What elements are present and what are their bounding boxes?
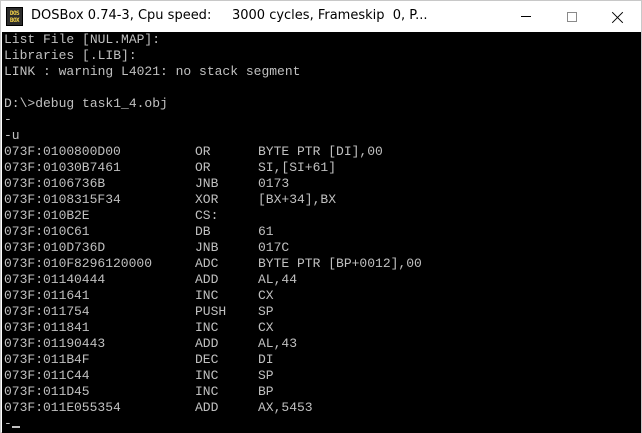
disasm-bytes: 4F [74,352,90,367]
disasm-bytes: 055354 [74,400,121,415]
disasm-address: 073F:011D [4,384,75,399]
disasm-operands: 61 [258,224,274,239]
disasm-operands: CX [258,320,274,335]
disasm-address: 073F:010F [4,256,75,271]
disasm-mnemonic: XOR [195,192,219,207]
console-line: LINK : warning L4021: no stack segment [4,64,301,79]
icon-text-bottom: BOX [9,16,20,24]
disasm-mnemonic: OR [195,144,211,159]
disasm-bytes: 315F34 [74,192,121,207]
maximize-button[interactable] [549,1,595,32]
disasm-operands: AL,43 [258,336,298,351]
disasm-mnemonic: INC [195,368,219,383]
disasm-address: 073F:010C [4,224,75,239]
disasm-bytes: 0443 [74,336,106,351]
disasm-operands: [BX+34],BX [258,192,337,207]
title-bar[interactable]: DOS BOX DOSBox 0.74-3, Cpu speed: 3000 c… [1,1,641,32]
disasm-address: 073F:010D [4,240,75,255]
disasm-address: 073F:0100 [4,144,75,159]
disasm-bytes: 736D [74,240,106,255]
disasm-mnemonic: ADD [195,336,219,351]
close-button[interactable] [595,1,641,32]
disasm-operands: CX [258,288,274,303]
disasm-mnemonic: JNB [195,176,219,191]
minimize-icon [521,16,531,17]
console-screen[interactable]: List File [NUL.MAP]: Libraries [.LIB]: L… [2,32,641,433]
disasm-address: 073F:0103 [4,160,75,175]
disasm-bytes: 41 [74,320,90,335]
disasm-mnemonic: ADD [195,400,219,415]
disasm-operands: AL,44 [258,272,298,287]
console-line: - [4,112,12,127]
disasm-bytes: 44 [74,368,90,383]
text-cursor [12,426,20,428]
minimize-button[interactable] [503,1,549,32]
disasm-operands: 017C [258,240,290,255]
disasm-address: 073F:0114 [4,272,75,287]
disasm-bytes: 54 [74,304,90,319]
close-icon [612,11,624,23]
disasm-bytes: 61 [74,224,90,239]
disasm-mnemonic: INC [195,384,219,399]
disasm-operands: SI,[SI+61] [258,160,337,175]
disasm-bytes: 0B7461 [74,160,121,175]
disasm-address: 073F:0119 [4,336,75,351]
disasm-address: 073F:0106 [4,176,75,191]
disasm-mnemonic: ADC [195,256,219,271]
disasm-address: 073F:011E [4,400,75,415]
disasm-operands: SP [258,368,274,383]
disasm-address: 073F:0108 [4,192,75,207]
disasm-bytes: 800D00 [74,144,121,159]
icon-text-top: DOS [9,9,20,17]
disasm-operands: 0173 [258,176,290,191]
disasm-address: 073F:0118 [4,320,75,335]
disasm-mnemonic: ADD [195,272,219,287]
disasm-mnemonic: INC [195,320,219,335]
window-title: DOSBox 0.74-3, Cpu speed: 3000 cycles, F… [31,8,428,23]
disasm-bytes: 41 [74,288,90,303]
disasm-bytes: 736B [74,176,106,191]
disasm-operands: BYTE PTR [DI],00 [258,144,383,159]
disasm-mnemonic: DEC [195,352,219,367]
console-line: Libraries [.LIB]: [4,48,137,63]
disasm-bytes: 8296120000 [74,256,153,271]
disasm-bytes: 2E [74,208,90,223]
disasm-address: 073F:011C [4,368,75,383]
disasm-operands: BP [258,384,274,399]
disasm-mnemonic: OR [195,160,211,175]
console-line: D:\>debug task1_4.obj [4,96,168,111]
disasm-mnemonic: PUSH [195,304,227,319]
disasm-address: 073F:011B [4,352,75,367]
disasm-mnemonic: DB [195,224,211,239]
dosbox-icon[interactable]: DOS BOX [6,7,23,26]
disasm-operands: AX,5453 [258,400,313,415]
disasm-address: 073F:0117 [4,304,75,319]
dosbox-window: DOS BOX DOSBox 0.74-3, Cpu speed: 3000 c… [0,0,642,433]
maximize-icon [567,11,577,22]
disasm-operands: BYTE PTR [BP+0012],00 [258,256,422,271]
disasm-address: 073F:010B [4,208,75,223]
command-prompt: - [4,416,12,431]
disasm-mnemonic: INC [195,288,219,303]
disasm-operands: DI [258,352,274,367]
disasm-mnemonic: JNB [195,240,219,255]
disasm-mnemonic: CS: [195,208,219,223]
disasm-address: 073F:0116 [4,288,75,303]
disasm-bytes: 0444 [74,272,106,287]
disasm-bytes: 45 [74,384,90,399]
console-line: -u [4,128,20,143]
disasm-operands: SP [258,304,274,319]
console-line: List File [NUL.MAP]: [4,32,161,47]
